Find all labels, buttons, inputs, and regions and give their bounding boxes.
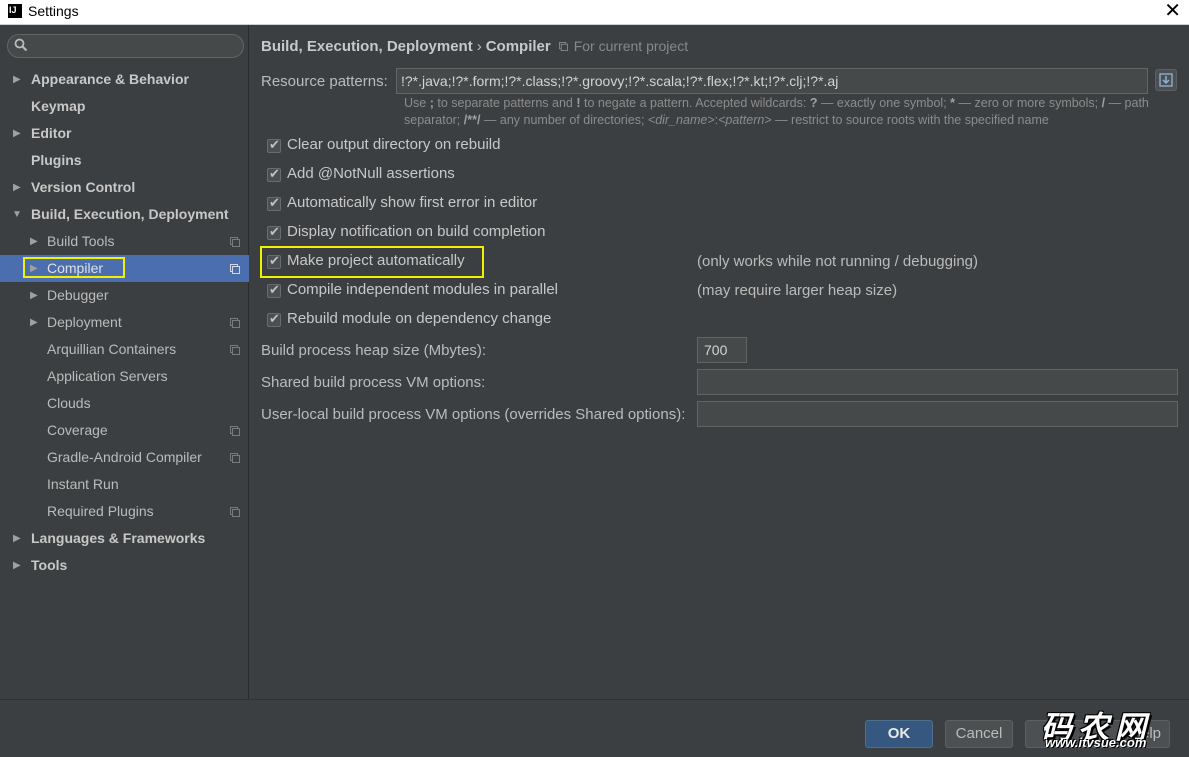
intellij-app-icon [8, 4, 22, 18]
breadcrumb-part-2: Compiler [485, 38, 551, 55]
expand-arrow-icon: ▶ [13, 182, 21, 193]
user-vm-options-label: User-local build process VM options (ove… [261, 406, 686, 423]
sidebar-item-application-servers[interactable]: Application Servers [0, 363, 249, 390]
shared-vm-options-label: Shared build process VM options: [261, 374, 486, 391]
compiler-settings-panel: Build, Execution, Deployment › Compiler For… [250, 25, 1189, 699]
shared-vm-options-input[interactable] [697, 369, 1178, 395]
checkbox-checked-icon[interactable] [267, 195, 281, 211]
sidebar-item-keymap[interactable]: Keymap [0, 93, 249, 120]
watermark-url: www.itvsue.com [1045, 735, 1147, 750]
sidebar-item-deployment[interactable]: ▶ Deployment [0, 309, 249, 336]
heap-size-input[interactable]: 700 [697, 337, 747, 363]
sidebar-item-arquillian-containers[interactable]: Arquillian Containers [0, 336, 249, 363]
sidebar-item-required-plugins[interactable]: Required Plugins [0, 498, 249, 525]
settings-sidebar: ▶ Appearance & Behavior Keymap ▶ Editor … [0, 25, 249, 699]
sidebar-item-build-execution-deployment[interactable]: ▼ Build, Execution, Deployment [0, 201, 249, 228]
collapse-arrow-icon: ▼ [12, 209, 22, 220]
project-scope-icon [230, 426, 240, 436]
search-icon [14, 38, 28, 52]
expand-icon [1159, 73, 1173, 87]
sidebar-item-languages-frameworks[interactable]: ▶ Languages & Frameworks [0, 525, 249, 552]
breadcrumb: Build, Execution, Deployment › Compiler For… [261, 38, 688, 55]
expand-arrow-icon: ▶ [13, 74, 21, 85]
expand-arrow-icon: ▶ [13, 533, 21, 544]
sidebar-item-clouds[interactable]: Clouds [0, 390, 249, 417]
window-title: Settings [28, 3, 79, 19]
sidebar-item-editor[interactable]: ▶ Editor [0, 120, 249, 147]
resource-patterns-hint: Use ; to separate patterns and ! to nega… [404, 96, 1149, 127]
expand-field-button[interactable] [1155, 69, 1177, 91]
sidebar-item-instant-run[interactable]: Instant Run [0, 471, 249, 498]
parallel-note: (may require larger heap size) [697, 282, 898, 299]
project-scope-icon [558, 42, 568, 51]
checkbox-checked-icon[interactable] [267, 311, 281, 327]
expand-arrow-icon: ▶ [30, 290, 38, 301]
watermark-logo: 码农网 www.itvsue.com [1039, 704, 1171, 754]
project-scope-icon [230, 345, 240, 355]
checkbox-checked-icon[interactable] [267, 166, 281, 182]
sidebar-item-compiler[interactable]: ▶ Compiler [0, 255, 249, 282]
sidebar-item-gradle-android-compiler[interactable]: Gradle-Android Compiler [0, 444, 249, 471]
close-icon[interactable]: ✕ [1164, 0, 1181, 22]
sidebar-item-tools[interactable]: ▶ Tools [0, 552, 249, 579]
sidebar-item-build-tools[interactable]: ▶ Build Tools [0, 228, 249, 255]
heap-size-label: Build process heap size (Mbytes): [261, 342, 487, 359]
dialog-button-bar: OK Cancel Help [0, 699, 1189, 757]
breadcrumb-scope: For current project [573, 38, 689, 54]
annotation-highlight-box [260, 246, 484, 278]
expand-arrow-icon: ▶ [30, 317, 38, 328]
expand-arrow-icon: ▶ [13, 560, 21, 571]
sidebar-item-debugger[interactable]: ▶ Debugger [0, 282, 249, 309]
sidebar-item-version-control[interactable]: ▶ Version Control [0, 174, 249, 201]
project-scope-icon [230, 453, 240, 463]
checkbox-checked-icon[interactable] [267, 224, 281, 240]
breadcrumb-separator: › [476, 38, 482, 55]
project-scope-icon [230, 264, 240, 274]
sidebar-item-appearance-behavior[interactable]: ▶ Appearance & Behavior [0, 66, 249, 93]
make-automatically-note: (only works while not running / debuggin… [697, 253, 978, 270]
project-scope-icon [230, 318, 240, 328]
project-scope-icon [230, 507, 240, 517]
expand-arrow-icon: ▶ [13, 128, 21, 139]
user-vm-options-input[interactable] [697, 401, 1178, 427]
annotation-highlight-box [23, 257, 125, 278]
project-scope-icon [230, 237, 240, 247]
checkbox-checked-icon[interactable] [267, 137, 281, 153]
checkbox-checked-icon[interactable] [267, 282, 281, 298]
resource-patterns-field[interactable]: !?*.java;!?*.form;!?*.class;!?*.groovy;!… [396, 68, 1148, 94]
expand-arrow-icon: ▶ [30, 236, 38, 247]
sidebar-item-plugins[interactable]: Plugins [0, 147, 249, 174]
sidebar-item-coverage[interactable]: Coverage [0, 417, 249, 444]
resource-patterns-label: Resource patterns: [261, 73, 388, 90]
cancel-button[interactable]: Cancel [945, 720, 1013, 748]
breadcrumb-part-1: Build, Execution, Deployment [261, 38, 473, 55]
ok-button[interactable]: OK [865, 720, 933, 748]
search-input[interactable] [7, 34, 244, 58]
title-bar: Settings ✕ [0, 0, 1189, 25]
